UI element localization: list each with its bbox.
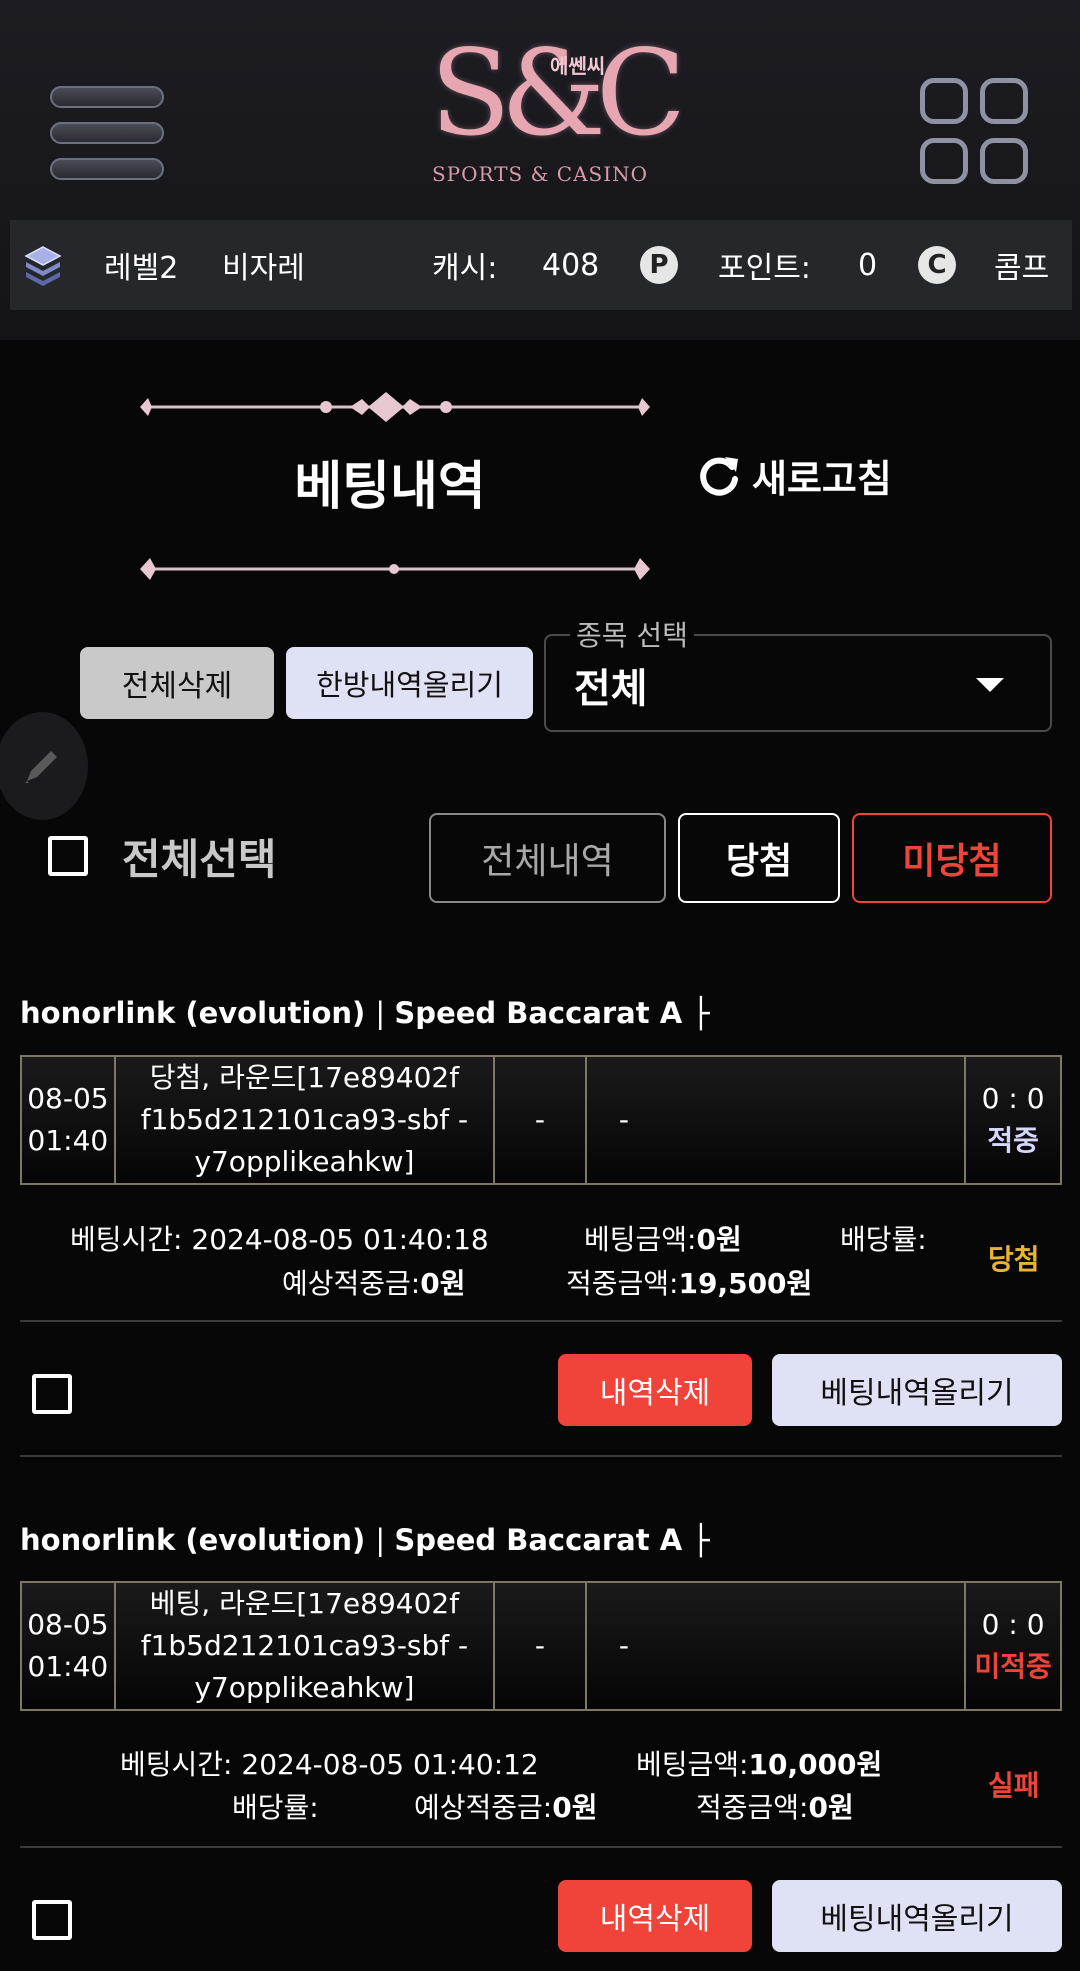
bet-desc-line: f1b5d212101ca93-sbf - (140, 1103, 469, 1136)
bet-win-amount-detail: 적중금액:19,500원 (566, 1267, 813, 1300)
filter-win-button[interactable]: 당첨 (678, 813, 840, 903)
select-all-label: 전체선택 (122, 835, 277, 884)
bet-time-detail: 베팅시간: 2024-08-05 01:40:18 (70, 1223, 489, 1256)
point-badge: P (640, 246, 678, 284)
grid-menu-icon[interactable] (918, 76, 1030, 188)
bet-game: Speed Baccarat A (394, 996, 683, 1030)
bet-provider: honorlink (evolution) (20, 1523, 366, 1557)
bet-desc-line: y7opplikeahkw] (194, 1145, 415, 1178)
refresh-icon (700, 456, 738, 496)
top-header: S&C 에쎈씨 SPORTS & CASINO 레벨2 비자레 캐시: 408 … (0, 0, 1080, 340)
bet-desc-line: y7opplikeahkw] (194, 1671, 415, 1704)
bet-amount-detail: 베팅금액:0원 (584, 1223, 742, 1256)
bet-score: 0 : 0 (981, 1082, 1045, 1115)
bet-table: 08-05 01:40 베팅, 라운드[17e89402f f1b5d21210… (20, 1581, 1062, 1711)
delete-all-button[interactable]: 전체삭제 (80, 647, 274, 719)
cash-value: 408 (542, 247, 600, 283)
bet-col-3: - (495, 1583, 587, 1709)
divider (20, 1846, 1062, 1848)
user-level: 레벨2 (104, 251, 179, 286)
bet-provider: honorlink (evolution) (20, 996, 366, 1030)
bet-hit-status: 미적중 (974, 1650, 1052, 1683)
refresh-label: 새로고침 (752, 457, 892, 501)
site-logo[interactable]: S&C 에쎈씨 SPORTS & CASINO (430, 18, 686, 208)
filter-all-button[interactable]: 전체내역 (429, 813, 666, 903)
refresh-button[interactable]: 새로고침 (696, 448, 892, 503)
menu-icon[interactable] (50, 86, 164, 180)
delete-bet-button[interactable]: 내역삭제 (558, 1354, 752, 1426)
point-icon: P (640, 220, 678, 310)
divider (20, 1455, 1062, 1457)
pencil-icon (25, 751, 57, 783)
bet-desc-line: 당첨, 라운드[17e89402f (149, 1061, 460, 1094)
bet-win-amount-detail: 적중금액:0원 (696, 1791, 854, 1824)
upload-all-button[interactable]: 한방내역올리기 (286, 647, 533, 719)
bet-col-3: - (495, 1057, 587, 1183)
cash-label: 캐시: (432, 251, 498, 286)
bet-col-4: - (587, 1057, 967, 1183)
bet-score-cell: 0 : 0 미적중 (966, 1583, 1060, 1709)
ornament-bottom-icon (140, 558, 650, 580)
sport-select-value: 전체 (574, 666, 648, 712)
bet-datetime: 08-05 01:40 (22, 1583, 116, 1709)
user-info-bar: 레벨2 비자레 캐시: 408 P 포인트: 0 C 콤프 (10, 220, 1072, 310)
bet-desc-line: 베팅, 라운드[17e89402f (149, 1587, 460, 1620)
bet-expected-detail: 예상적중금:0원 (282, 1267, 466, 1300)
bet-description: 당첨, 라운드[17e89402f f1b5d212101ca93-sbf - … (116, 1057, 496, 1183)
bet-game: Speed Baccarat A (394, 1523, 683, 1557)
bet-checkbox[interactable] (32, 1374, 72, 1414)
bet-amount-detail: 베팅금액:10,000원 (636, 1748, 883, 1781)
bet-title: honorlink (evolution) | Speed Baccarat A… (20, 996, 710, 1030)
sport-select-legend: 종목 선택 (570, 614, 694, 654)
divider (20, 1320, 1062, 1322)
filter-lose-button[interactable]: 미당첨 (852, 813, 1052, 903)
bet-time: 01:40 (27, 1650, 109, 1683)
level-icon (24, 220, 62, 310)
comp-badge: C (918, 246, 956, 284)
bet-time: 01:40 (27, 1124, 109, 1157)
upload-bet-button[interactable]: 베팅내역올리기 (772, 1354, 1062, 1426)
upload-bet-button[interactable]: 베팅내역올리기 (772, 1880, 1062, 1952)
bet-col-4: - (587, 1583, 967, 1709)
bet-score: 0 : 0 (981, 1608, 1045, 1641)
bet-title: honorlink (evolution) | Speed Baccarat A… (20, 1523, 710, 1557)
bet-desc-line: f1b5d212101ca93-sbf - (140, 1629, 469, 1662)
username[interactable]: 비자레 (222, 220, 305, 310)
bet-result: 실패 (988, 1769, 1040, 1802)
bet-checkbox[interactable] (32, 1900, 72, 1940)
logo-caption: SPORTS & CASINO (431, 162, 649, 186)
bet-hit-status: 적중 (987, 1124, 1039, 1157)
logo-korean-text: 에쎈씨 (550, 54, 606, 78)
bet-expected-detail: 예상적중금:0원 (414, 1791, 598, 1824)
bet-odds-detail: 배당률: (232, 1791, 319, 1824)
bet-description: 베팅, 라운드[17e89402f f1b5d212101ca93-sbf - … (116, 1583, 496, 1709)
dropdown-arrow-icon (976, 678, 1004, 692)
delete-bet-button[interactable]: 내역삭제 (558, 1880, 752, 1952)
bet-date: 08-05 (27, 1608, 109, 1641)
select-all-checkbox[interactable] (48, 836, 88, 876)
page-title: 베팅내역 (294, 457, 486, 517)
bet-score-cell: 0 : 0 적중 (966, 1057, 1060, 1183)
comp-label[interactable]: 콤프 (994, 220, 1049, 310)
point-label: 포인트: (718, 251, 811, 286)
bet-time-detail: 베팅시간: 2024-08-05 01:40:12 (120, 1748, 539, 1781)
logo-mark: S&C (430, 24, 686, 162)
bet-date: 08-05 (27, 1082, 109, 1115)
bet-result: 당첨 (988, 1243, 1040, 1276)
comp-icon: C (918, 220, 956, 310)
ornament-top-icon (140, 392, 650, 422)
sport-select[interactable]: 종목 선택 전체 (544, 614, 1052, 732)
bet-datetime: 08-05 01:40 (22, 1057, 116, 1183)
bet-odds-detail: 배당률: (840, 1223, 927, 1256)
edit-pencil-button[interactable] (0, 712, 88, 820)
point-value: 0 (858, 247, 878, 283)
bet-table: 08-05 01:40 당첨, 라운드[17e89402f f1b5d21210… (20, 1055, 1062, 1185)
